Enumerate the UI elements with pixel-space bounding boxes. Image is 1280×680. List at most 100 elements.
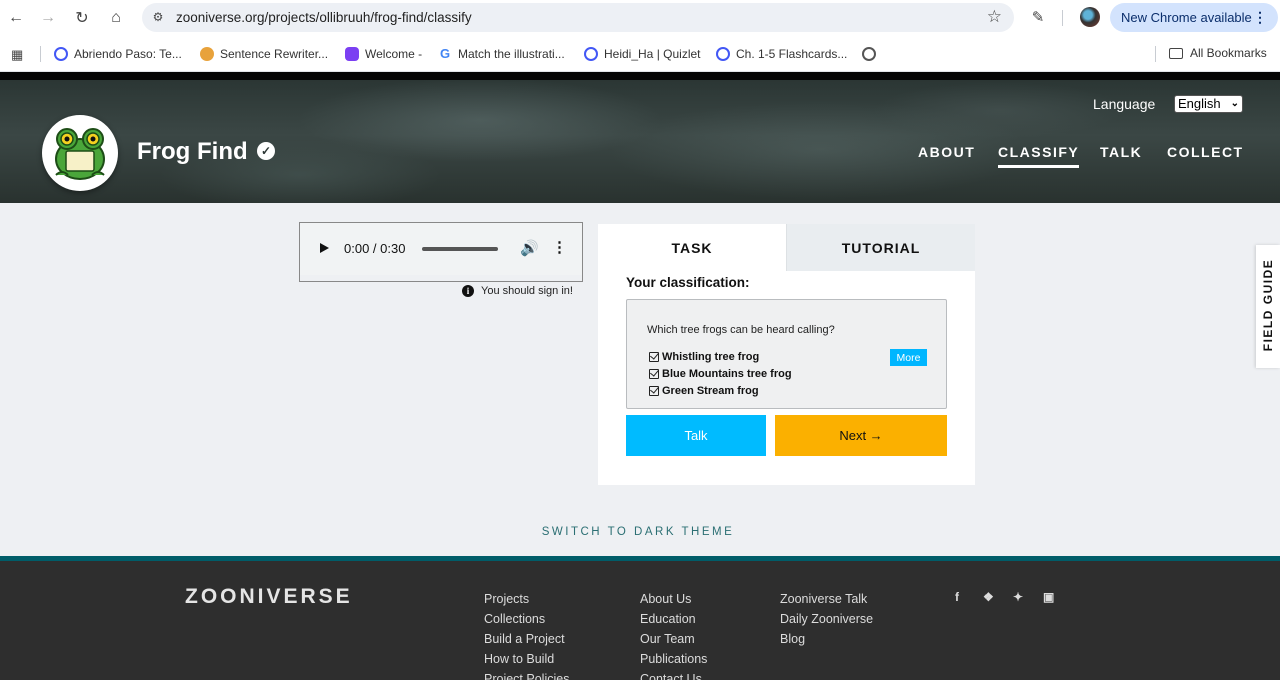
checkbox-checked-icon[interactable] (649, 369, 659, 379)
checkbox-checked-icon[interactable] (649, 352, 659, 362)
tab-tutorial[interactable]: TUTORIAL (786, 224, 975, 271)
footer-link[interactable]: Education (640, 609, 707, 629)
answer-label: Whistling tree frog (662, 351, 760, 363)
bookmark-item[interactable]: Welcome - (345, 46, 422, 62)
footer-link[interactable]: Project Policies (484, 669, 569, 680)
nav-talk[interactable]: TALK (1100, 144, 1142, 160)
nav-about[interactable]: ABOUT (918, 144, 975, 160)
extensions-icon[interactable]: ✎ (1028, 7, 1048, 27)
answer-label: Green Stream frog (662, 385, 759, 397)
update-label: New Chrome available (1121, 10, 1252, 25)
footer-link[interactable]: Contact Us (640, 669, 707, 680)
frog-logo-icon (55, 128, 105, 180)
footer-link[interactable]: Blog (780, 629, 873, 649)
project-avatar[interactable] (42, 115, 118, 191)
menu-dots-icon: ⋮ (1253, 9, 1267, 25)
project-header: Frog Find ✓ Language English ⌄ ABOUT CLA… (0, 80, 1280, 203)
site-settings-icon[interactable]: ⚙ (150, 9, 166, 25)
audio-player[interactable]: 0:00 / 0:30 🔊 ⋮ (299, 222, 583, 276)
bookmark-item[interactable]: Sentence Rewriter... (200, 46, 328, 62)
classification-heading: Your classification: (626, 275, 750, 290)
language-select[interactable]: English ⌄ (1174, 95, 1243, 113)
footer-column-about: About Us Education Our Team Publications… (640, 589, 707, 680)
footer-link[interactable]: Build a Project (484, 629, 569, 649)
forward-icon[interactable]: → (37, 7, 59, 29)
footer-link[interactable]: Publications (640, 649, 707, 669)
nav-classify[interactable]: CLASSIFY (998, 144, 1080, 168)
project-title[interactable]: Frog Find (137, 138, 248, 166)
sign-in-notice: i You should sign in! (462, 285, 573, 297)
page-top-bar (0, 72, 1280, 80)
task-panel: TASK TUTORIAL Your classification: Which… (598, 224, 975, 485)
apps-grid-icon[interactable]: ▦ (11, 47, 23, 63)
question-box: Which tree frogs can be heard calling? W… (626, 299, 947, 409)
more-button[interactable]: More (890, 349, 927, 366)
welcome-icon (345, 47, 359, 61)
footer-link[interactable]: How to Build (484, 649, 569, 669)
sign-in-text: You should sign in! (481, 285, 573, 297)
rewriter-icon (200, 47, 214, 61)
footer-column-projects: Projects Collections Build a Project How… (484, 589, 569, 680)
talk-button[interactable]: Talk (626, 415, 766, 456)
language-label: Language (1093, 96, 1156, 112)
verified-badge-icon: ✓ (257, 142, 275, 160)
bookmarks-divider (1155, 46, 1156, 62)
audio-more-icon[interactable]: ⋮ (552, 238, 567, 256)
home-icon[interactable]: ⌂ (105, 7, 127, 29)
bookmark-item[interactable]: Abriendo Paso: Te... (54, 46, 182, 62)
footer-link[interactable]: Zooniverse Talk (780, 589, 873, 609)
google-icon: G (440, 46, 451, 61)
bluesky-icon[interactable]: ✦ (1013, 590, 1023, 604)
footer-link[interactable]: Projects (484, 589, 569, 609)
answer-label: Blue Mountains tree frog (662, 368, 792, 380)
toolbar-divider (1062, 10, 1063, 26)
update-chrome-button[interactable]: New Chrome available ⋮ (1110, 3, 1278, 32)
field-guide-tab[interactable]: FIELD GUIDE (1256, 245, 1280, 368)
bookmark-item[interactable]: Ch. 1-5 Flashcards... (716, 46, 847, 62)
bookmark-item[interactable] (862, 46, 882, 62)
globe-icon (862, 47, 876, 61)
quizlet-icon (716, 47, 730, 61)
bookmark-star-icon[interactable]: ☆ (987, 7, 1002, 27)
footer-column-talk: Zooniverse Talk Daily Zooniverse Blog (780, 589, 873, 649)
footer-link[interactable]: Daily Zooniverse (780, 609, 873, 629)
back-icon[interactable]: ← (5, 7, 27, 29)
twitter-icon[interactable]: ❖ (983, 590, 994, 604)
chevron-down-icon: ⌄ (1230, 98, 1239, 109)
answer-option[interactable]: Green Stream frog (649, 385, 759, 397)
answer-option[interactable]: Whistling tree frog (649, 351, 759, 363)
tab-task[interactable]: TASK (598, 224, 786, 271)
quizlet-icon (54, 47, 68, 61)
next-button[interactable]: Next → (775, 415, 947, 456)
footer-link[interactable]: Our Team (640, 629, 707, 649)
info-icon: i (462, 285, 474, 297)
bookmarks-divider (40, 46, 41, 62)
facebook-icon[interactable]: f (955, 590, 959, 604)
all-bookmarks-button[interactable]: All Bookmarks (1169, 46, 1267, 60)
question-text: Which tree frogs can be heard calling? (647, 324, 835, 336)
field-guide-label: FIELD GUIDE (1261, 258, 1275, 352)
browser-toolbar: ← → ↻ ⌂ ⚙ zooniverse.org/projects/ollibr… (0, 0, 1280, 36)
instagram-icon[interactable]: ▣ (1043, 590, 1054, 604)
volume-icon[interactable]: 🔊 (520, 239, 539, 257)
site-footer: ZOONIVERSE Projects Collections Build a … (0, 561, 1280, 680)
bookmark-item[interactable]: G Match the illustrati... (440, 46, 565, 62)
reload-icon[interactable]: ↻ (71, 7, 93, 29)
quizlet-icon (584, 47, 598, 61)
bookmarks-bar: ▦ Abriendo Paso: Te... Sentence Rewriter… (0, 36, 1280, 72)
subject-frame (299, 275, 583, 282)
checkbox-checked-icon[interactable] (649, 386, 659, 396)
profile-avatar[interactable] (1080, 7, 1100, 27)
zooniverse-logo[interactable]: ZOONIVERSE (185, 585, 353, 609)
switch-theme-link[interactable]: SWITCH TO DARK THEME (0, 526, 1276, 538)
audio-progress-bar[interactable] (422, 247, 498, 251)
footer-link[interactable]: Collections (484, 609, 569, 629)
language-value: English (1178, 96, 1221, 111)
audio-time: 0:00 / 0:30 (344, 241, 406, 256)
answer-option[interactable]: Blue Mountains tree frog (649, 368, 792, 380)
address-bar[interactable]: ⚙ zooniverse.org/projects/ollibruuh/frog… (142, 3, 1014, 32)
bookmark-item[interactable]: Heidi_Ha | Quizlet (584, 46, 701, 62)
footer-link[interactable]: About Us (640, 589, 707, 609)
nav-collect[interactable]: COLLECT (1167, 144, 1244, 160)
play-icon[interactable] (320, 243, 329, 253)
